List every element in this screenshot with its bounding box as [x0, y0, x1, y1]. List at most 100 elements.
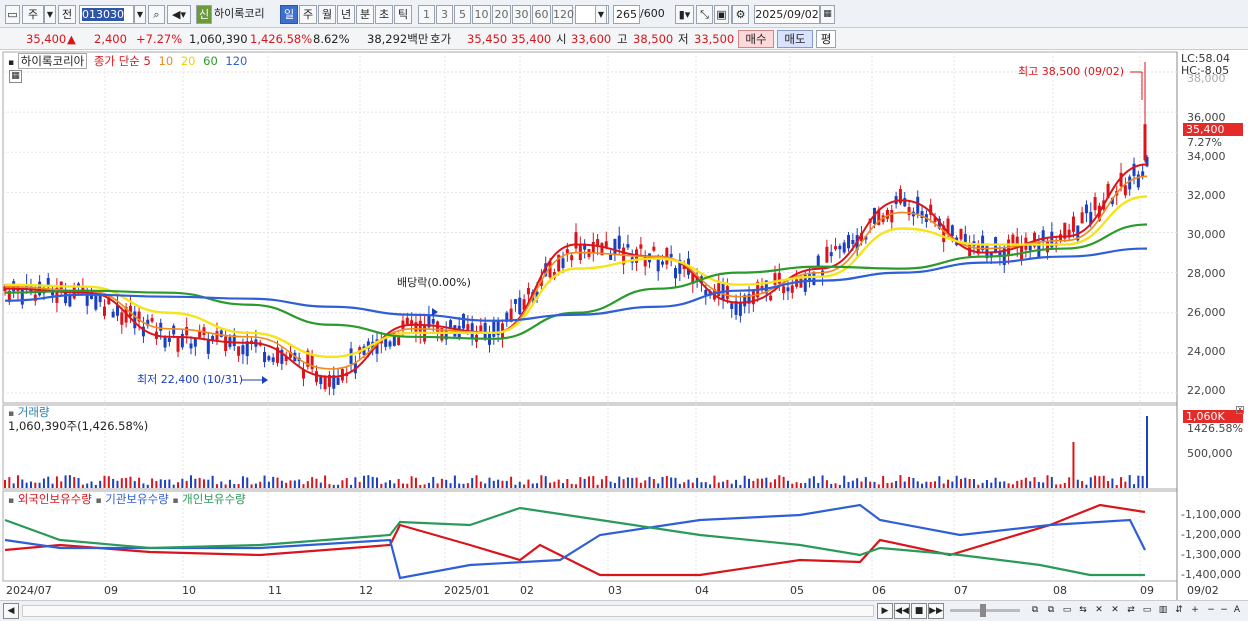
fast-forward-icon[interactable]: ▶▶: [928, 603, 944, 619]
volume-bar: [895, 481, 898, 488]
volume-bar: [427, 482, 430, 488]
copy-icon[interactable]: ⧉: [1027, 603, 1043, 619]
volume-bar: [29, 481, 32, 488]
volume-bar: [328, 484, 331, 488]
ma5-label[interactable]: 5: [144, 54, 151, 68]
stop-icon[interactable]: ■: [911, 603, 927, 619]
volume-bar: [955, 475, 958, 488]
scroll-left-icon[interactable]: ◀: [3, 603, 19, 619]
volume-bar: [739, 484, 742, 488]
duplicate-icon[interactable]: ⧉: [1043, 603, 1059, 619]
volume-close-icon[interactable]: ×: [1236, 406, 1244, 414]
foreign-holder-label[interactable]: 외국인보유수량: [18, 492, 92, 506]
volume-bar: [436, 483, 439, 488]
candle-body: [185, 327, 189, 336]
volume-bar: [21, 479, 24, 488]
candle-body: [133, 311, 137, 329]
volume-bar: [743, 475, 746, 488]
volume-bar: [363, 475, 366, 488]
candle-body: [704, 289, 708, 296]
individual-holder-label[interactable]: 개인보유수량: [182, 492, 245, 506]
volume-bar: [1111, 478, 1114, 488]
volume-bar: [947, 479, 950, 488]
cross-alt-icon[interactable]: ✕: [1107, 603, 1123, 619]
volume-bar: [1059, 484, 1062, 488]
price-tick-30000: 30,000: [1187, 228, 1226, 241]
zoom-slider-handle[interactable]: [980, 604, 986, 617]
zoom-in-icon[interactable]: +: [1187, 603, 1203, 619]
scroll-bar: ◀ ▶ ◀◀ ■ ▶▶ ⧉ ⧉ ▭ ⇆ ✕ ✕ ⇄ ▭ ▥ ⇵ + − − A: [0, 600, 1248, 621]
volume-bar: [795, 482, 798, 488]
holder-marker-icon-2: ▪: [95, 496, 102, 506]
candle-body: [825, 246, 829, 263]
swap-icon[interactable]: ⇵: [1171, 603, 1187, 619]
candle-body: [215, 331, 219, 341]
price-tick-24000: 24,000: [1187, 345, 1226, 358]
candle-body: [111, 311, 115, 318]
institution-holder-label[interactable]: 기관보유수량: [105, 492, 168, 506]
volume-bar: [1016, 480, 1019, 488]
volume-bar: [1063, 482, 1066, 488]
scroll-track[interactable]: [22, 605, 874, 617]
table-grid-icon[interactable]: ▦: [9, 70, 22, 83]
volume-bar: [432, 476, 435, 488]
x-label-2025-01: 2025/01: [444, 584, 490, 597]
window-icon[interactable]: ▭: [1059, 603, 1075, 619]
volume-bar: [298, 479, 301, 488]
volume-bar: [354, 477, 357, 488]
candle-body: [388, 341, 392, 347]
ma10-label[interactable]: 10: [159, 54, 174, 68]
candle-body: [782, 286, 786, 294]
volume-bar: [423, 484, 426, 488]
candle-body: [1046, 241, 1050, 253]
candle-body: [838, 245, 842, 250]
candle-body: [1011, 234, 1015, 244]
price-tick-28000: 28,000: [1187, 267, 1226, 280]
ma120-label[interactable]: 120: [225, 54, 247, 68]
cross-icon[interactable]: ✕: [1091, 603, 1107, 619]
volume-bar: [142, 483, 145, 488]
stock-chart[interactable]: [0, 0, 1248, 621]
volume-bar: [458, 483, 461, 488]
volume-bar: [99, 480, 102, 488]
volume-bar: [51, 483, 54, 488]
rewind-icon[interactable]: ◀◀: [894, 603, 910, 619]
holder-tick-1200000: -1,200,000: [1181, 528, 1241, 541]
volume-bar: [172, 484, 175, 488]
volume-bar: [64, 475, 67, 488]
volume-bar: [886, 483, 889, 488]
volume-bar: [73, 477, 76, 488]
volume-bar: [181, 478, 184, 488]
candle-body: [661, 261, 665, 265]
compare-icon[interactable]: ⇄: [1123, 603, 1139, 619]
candle-body: [518, 297, 522, 315]
volume-bar: [246, 477, 249, 488]
candle-body: [224, 336, 228, 352]
align-icon[interactable]: ⇆: [1075, 603, 1091, 619]
current-price-box: 35,400: [1183, 123, 1243, 136]
x-label-11: 11: [268, 584, 282, 597]
volume-bar: [1133, 484, 1136, 488]
candle-body: [172, 325, 176, 335]
volume-bar: [903, 481, 906, 488]
volume-bar: [254, 483, 257, 488]
candle-body: [237, 346, 241, 356]
volume-bar: [631, 478, 634, 488]
split-icon[interactable]: ▥: [1155, 603, 1171, 619]
candle-body: [479, 325, 483, 332]
volume-bar: [510, 476, 513, 488]
volume-bar: [1115, 484, 1118, 488]
volume-bar: [1011, 484, 1014, 488]
volume-bar: [618, 476, 621, 488]
x-label-02: 02: [520, 584, 534, 597]
font-size-icon[interactable]: A: [1229, 603, 1245, 619]
scroll-right-icon[interactable]: ▶: [877, 603, 893, 619]
volume-bar: [1102, 475, 1105, 488]
candle-body: [102, 306, 106, 316]
ma60-label[interactable]: 60: [203, 54, 218, 68]
candle-body: [790, 285, 794, 293]
candle-body: [323, 377, 327, 390]
candle-body: [669, 253, 673, 258]
window-alt-icon[interactable]: ▭: [1139, 603, 1155, 619]
ma20-label[interactable]: 20: [181, 54, 196, 68]
